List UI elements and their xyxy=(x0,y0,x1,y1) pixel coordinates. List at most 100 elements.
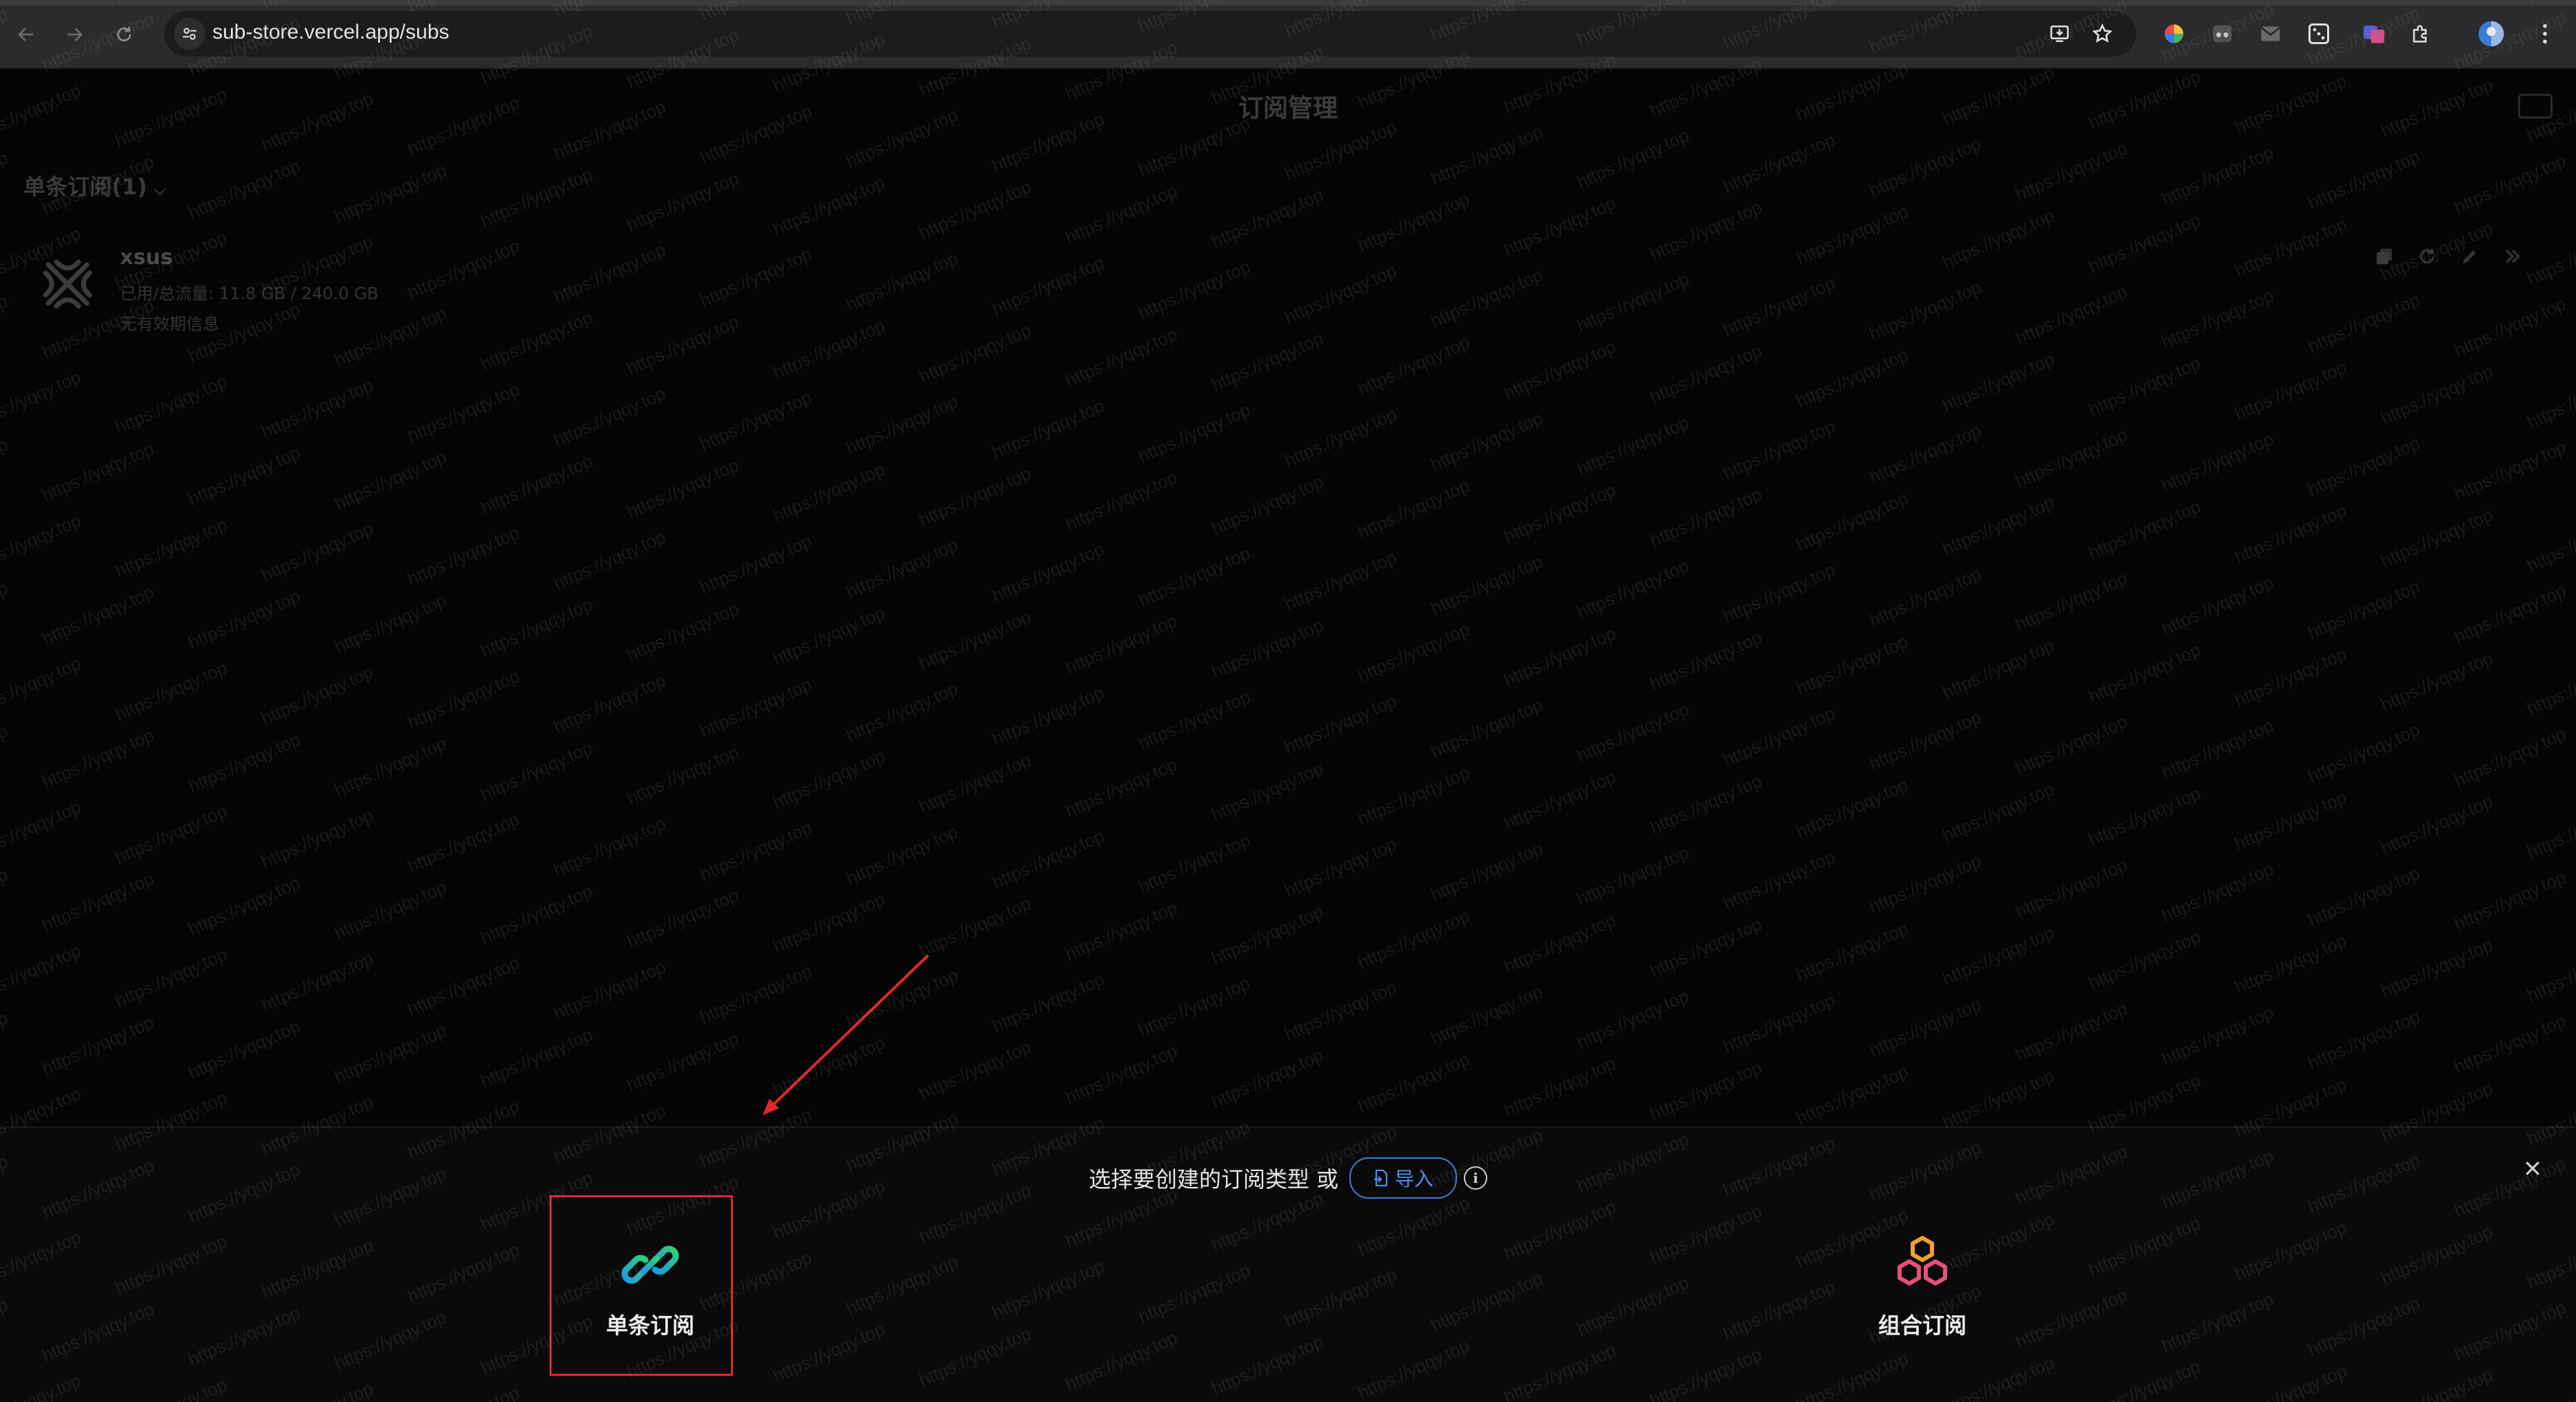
watermark-text: https://yqqy.top xyxy=(2524,938,2576,1006)
translate-toggle-icon[interactable] xyxy=(2518,94,2553,119)
bookmark-star-icon[interactable] xyxy=(2088,19,2117,48)
watermark-text: https://yqqy.top xyxy=(696,387,815,454)
watermark-text: https://yqqy.top xyxy=(404,665,523,733)
dice-extension-icon[interactable] xyxy=(2303,18,2335,50)
hexagons-icon xyxy=(1891,1234,1953,1296)
watermark-text: https://yqqy.top xyxy=(0,864,11,931)
watermark-text: https://yqqy.top xyxy=(916,749,1034,817)
watermark-text: https://yqqy.top xyxy=(623,741,742,809)
watermark-text: https://yqqy.top xyxy=(2085,352,2204,420)
watermark-text: https://yqqy.top xyxy=(2451,436,2569,504)
watermark-text: https://yqqy.top xyxy=(1939,635,2057,702)
watermark-text: https://yqqy.top xyxy=(2377,791,2496,858)
incognito-extension-icon[interactable] xyxy=(2206,18,2238,50)
color-wheel-extension-icon[interactable] xyxy=(2158,18,2190,50)
watermark-text: https://yqqy.top xyxy=(843,391,961,458)
watermark-text: https://yqqy.top xyxy=(1208,758,1327,825)
watermark-text: https://yqqy.top xyxy=(2304,862,2423,930)
watermark-text: https://yqqy.top xyxy=(0,434,11,501)
watermark-text: https://yqqy.top xyxy=(2377,934,2496,1002)
watermark-text: https://yqqy.top xyxy=(623,167,742,235)
watermark-text: https://yqqy.top xyxy=(1500,909,1619,977)
watermark-text: https://yqqy.top xyxy=(843,964,961,1032)
mail-extension-icon[interactable] xyxy=(2255,18,2286,50)
single-subscription-option[interactable]: 单条订阅 xyxy=(561,1199,740,1372)
watermark-text: https://yqqy.top xyxy=(769,172,888,239)
watermark-text: https://yqqy.top xyxy=(0,653,84,720)
watermark-text: https://yqqy.top xyxy=(1793,344,1911,412)
subscription-card[interactable]: xsus 已用/总流量: 11.8 GB / 240.0 GB 无有效期信息 xyxy=(0,234,2576,352)
watermark-text: https://yqqy.top xyxy=(39,581,157,649)
watermark-text: https://yqqy.top xyxy=(1281,116,1400,184)
reload-icon[interactable] xyxy=(105,15,143,54)
watermark-text: https://yqqy.top xyxy=(550,526,669,593)
single-subscription-label: 单条订阅 xyxy=(605,1312,694,1339)
combined-subscription-option[interactable]: 组合订阅 xyxy=(1833,1199,2012,1372)
translate-extension-icon[interactable] xyxy=(2358,18,2390,50)
info-icon[interactable]: i xyxy=(1464,1166,1488,1190)
url-text[interactable]: sub-store.vercel.app/subs xyxy=(212,21,450,44)
watermark-text: https://yqqy.top xyxy=(1866,707,1984,774)
site-settings-icon[interactable] xyxy=(174,18,205,50)
watermark-text: https://yqqy.top xyxy=(404,378,523,446)
watermark-text: https://yqqy.top xyxy=(989,538,1107,606)
watermark-text: https://yqqy.top xyxy=(258,661,376,729)
watermark-text: https://yqqy.top xyxy=(696,817,815,884)
profile-avatar[interactable] xyxy=(2475,18,2507,50)
section-header-single-subs[interactable]: 单条订阅(1) ⌵ xyxy=(23,170,165,201)
watermark-text: https://yqqy.top xyxy=(1354,1048,1473,1116)
watermark-text: https://yqqy.top xyxy=(1062,610,1180,678)
edit-icon[interactable] xyxy=(2456,243,2484,270)
watermark-text: https://yqqy.top xyxy=(1208,471,1327,538)
watermark-text: https://yqqy.top xyxy=(1427,694,1546,762)
more-menu-icon[interactable] xyxy=(2529,18,2561,50)
watermark-text: https://yqqy.top xyxy=(843,534,961,602)
watermark-text: https://yqqy.top xyxy=(989,682,1107,749)
watermark-text: https://yqqy.top xyxy=(477,593,596,661)
watermark-text: https://yqqy.top xyxy=(331,589,450,657)
back-arrow-icon[interactable] xyxy=(7,15,46,54)
page-title: 订阅管理 xyxy=(1238,94,1338,123)
watermark-text: https://yqqy.top xyxy=(1062,753,1180,821)
sheet-header: 选择要创建的订阅类型 或 导入 i xyxy=(0,1154,2576,1202)
watermark-text: https://yqqy.top xyxy=(331,446,450,514)
watermark-text: https://yqqy.top xyxy=(2085,639,2204,707)
watermark-text: https://yqqy.top xyxy=(2012,567,2131,635)
watermark-text: https://yqqy.top xyxy=(1281,833,1400,901)
watermark-text: https://yqqy.top xyxy=(331,159,450,227)
watermark-text: https://yqqy.top xyxy=(696,960,815,1028)
watermark-text: https://yqqy.top xyxy=(2524,651,2576,719)
watermark-text: https://yqqy.top xyxy=(623,454,742,522)
watermark-text: https://yqqy.top xyxy=(2304,145,2423,213)
watermark-text: https://yqqy.top xyxy=(185,585,303,653)
watermark-text: https://yqqy.top xyxy=(477,737,596,804)
watermark-text: https://yqqy.top xyxy=(1135,686,1254,753)
watermark-text: https://yqqy.top xyxy=(1720,846,1838,913)
forward-arrow-icon[interactable] xyxy=(55,15,94,54)
watermark-text: https://yqqy.top xyxy=(112,800,230,868)
address-bar[interactable]: sub-store.vercel.app/subs xyxy=(164,11,2136,57)
refresh-icon[interactable] xyxy=(2413,243,2441,270)
close-icon[interactable] xyxy=(2515,1151,2550,1186)
import-button[interactable]: 导入 xyxy=(1349,1157,1458,1199)
chevron-double-right-icon[interactable] xyxy=(2499,243,2526,270)
puzzle-extensions-icon[interactable] xyxy=(2405,18,2437,50)
watermark-text: https://yqqy.top xyxy=(2085,782,2204,850)
watermark-text: https://yqqy.top xyxy=(112,944,230,1011)
watermark-text: https://yqqy.top xyxy=(2158,715,2277,782)
watermark-text: https://yqqy.top xyxy=(258,948,376,1015)
watermark-text: https://yqqy.top xyxy=(331,876,450,944)
watermark-text: https://yqqy.top xyxy=(2231,786,2350,854)
watermark-text: https://yqqy.top xyxy=(1573,412,1692,479)
watermark-text: https://yqqy.top xyxy=(1500,622,1619,690)
link-icon xyxy=(619,1234,681,1296)
watermark-text: https://yqqy.top xyxy=(331,733,450,800)
watermark-text: https://yqqy.top xyxy=(0,509,84,577)
watermark-text: https://yqqy.top xyxy=(1939,778,2057,846)
install-app-icon[interactable] xyxy=(2045,19,2074,48)
watermark-text: https://yqqy.top xyxy=(0,577,11,644)
copy-icon[interactable] xyxy=(2371,243,2398,270)
watermark-text: https://yqqy.top xyxy=(2231,356,2350,424)
watermark-text: https://yqqy.top xyxy=(2451,1010,2569,1077)
watermark-text: https://yqqy.top xyxy=(477,163,596,231)
